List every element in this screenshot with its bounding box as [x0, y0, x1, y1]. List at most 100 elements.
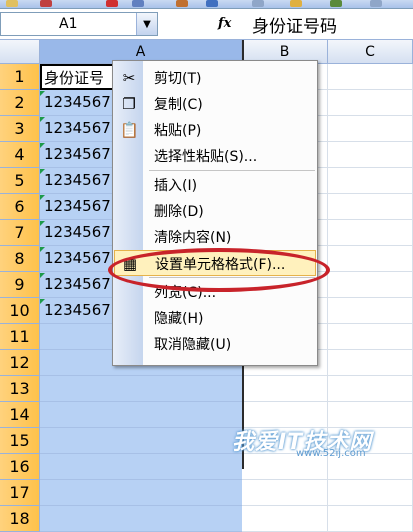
function-icon[interactable]: fx	[218, 16, 231, 31]
toolbar-icon[interactable]	[206, 0, 218, 7]
row-header-6[interactable]: 6	[0, 194, 40, 220]
menu-item-2[interactable]: 📋 粘贴(P)	[114, 117, 316, 143]
toolbar-icon[interactable]	[290, 0, 302, 7]
scissors-icon: ✂	[122, 69, 136, 87]
cell-c4[interactable]	[328, 142, 413, 168]
menu-separator	[149, 277, 315, 278]
text-number-marker-icon	[40, 273, 45, 278]
cell-a16[interactable]	[40, 454, 242, 480]
cell-a18[interactable]	[40, 506, 242, 532]
cell-c1[interactable]	[328, 64, 413, 90]
menu-item-0[interactable]: ✂ 剪切(T)	[114, 65, 316, 91]
menu-item-7[interactable]: ▦ 设置单元格格式(F)...	[114, 250, 316, 276]
toolbar	[0, 0, 413, 9]
toolbar-icon[interactable]	[176, 0, 188, 7]
row-header-10[interactable]: 10	[0, 298, 40, 324]
row-header-12[interactable]: 12	[0, 350, 40, 376]
cell-c10[interactable]	[328, 298, 413, 324]
cell-value: 1234567	[44, 171, 111, 189]
formula-bar: A1 ▼ fx 身份证号码	[0, 9, 413, 40]
menu-item-3[interactable]: 选择性粘贴(S)...	[114, 143, 316, 169]
row-header-1[interactable]: 1	[0, 64, 40, 90]
cell-c2[interactable]	[328, 90, 413, 116]
cell-c18[interactable]	[328, 506, 413, 532]
cell-value: 1234567	[44, 275, 111, 293]
row-header-5[interactable]: 5	[0, 168, 40, 194]
cell-c3[interactable]	[328, 116, 413, 142]
text-number-marker-icon	[40, 169, 45, 174]
cell-c11[interactable]	[328, 324, 413, 350]
cell-value: 1234567	[44, 93, 111, 111]
menu-item-8[interactable]: 列宽(C)...	[114, 279, 316, 305]
menu-item-label: 设置单元格格式(F)...	[155, 257, 286, 273]
context-menu: ✂ 剪切(T) ❐ 复制(C) 📋 粘贴(P) 选择性粘贴(S)... 插入(I) 删除(D) 清…	[112, 60, 318, 366]
column-header-c[interactable]: C	[328, 40, 413, 64]
cell-c13[interactable]	[328, 376, 413, 402]
cell-c17[interactable]	[328, 480, 413, 506]
menu-item-1[interactable]: ❐ 复制(C)	[114, 91, 316, 117]
cell-c7[interactable]	[328, 220, 413, 246]
text-number-marker-icon	[40, 299, 45, 304]
menu-item-label: 复制(C)	[154, 97, 203, 113]
watermark-url: www.52ij.com	[296, 448, 366, 459]
row-header-16[interactable]: 16	[0, 454, 40, 480]
toolbar-icon[interactable]	[132, 0, 144, 7]
row-header-8[interactable]: 8	[0, 246, 40, 272]
formula-input[interactable]: 身份证号码	[252, 12, 337, 37]
chevron-down-icon[interactable]: ▼	[136, 13, 157, 35]
toolbar-icon[interactable]	[252, 0, 264, 7]
toolbar-icon[interactable]	[40, 0, 52, 7]
cell-value: 1234567	[44, 145, 111, 163]
row-header-13[interactable]: 13	[0, 376, 40, 402]
menu-item-label: 清除内容(N)	[154, 230, 232, 246]
menu-item-6[interactable]: 清除内容(N)	[114, 224, 316, 250]
menu-item-label: 取消隐藏(U)	[154, 337, 232, 353]
cell-value: 1234567	[44, 223, 111, 241]
toolbar-icon[interactable]	[106, 0, 118, 7]
menu-item-5[interactable]: 删除(D)	[114, 198, 316, 224]
menu-separator	[149, 170, 315, 171]
row-header-15[interactable]: 15	[0, 428, 40, 454]
row-header-4[interactable]: 4	[0, 142, 40, 168]
menu-item-label: 插入(I)	[154, 178, 198, 194]
toolbar-icon[interactable]	[330, 0, 342, 7]
menu-item-4[interactable]: 插入(I)	[114, 172, 316, 198]
row-header-11[interactable]: 11	[0, 324, 40, 350]
text-number-marker-icon	[40, 91, 45, 96]
cell-c12[interactable]	[328, 350, 413, 376]
row-header-7[interactable]: 7	[0, 220, 40, 246]
cell-a13[interactable]	[40, 376, 242, 402]
paste-icon: 📋	[120, 121, 139, 139]
cell-a17[interactable]	[40, 480, 242, 506]
row-header-3[interactable]: 3	[0, 116, 40, 142]
cell-c8[interactable]	[328, 246, 413, 272]
row-header-18[interactable]: 18	[0, 506, 40, 532]
cell-c6[interactable]	[328, 194, 413, 220]
menu-item-label: 删除(D)	[154, 204, 204, 220]
menu-item-label: 隐藏(H)	[154, 311, 204, 327]
cell-value: 身份证号	[44, 69, 105, 87]
name-box[interactable]: A1 ▼	[0, 12, 158, 36]
toolbar-icon[interactable]	[370, 0, 382, 7]
row-header-9[interactable]: 9	[0, 272, 40, 298]
cell-c5[interactable]	[328, 168, 413, 194]
cell-b18[interactable]	[242, 506, 328, 532]
cell-b17[interactable]	[242, 480, 328, 506]
row-header-2[interactable]: 2	[0, 90, 40, 116]
cell-b13[interactable]	[242, 376, 328, 402]
toolbar-icon[interactable]	[6, 0, 18, 7]
cell-value: 1234567	[44, 301, 111, 319]
cell-a15[interactable]	[40, 428, 242, 454]
menu-item-label: 选择性粘贴(S)...	[154, 149, 258, 165]
text-number-marker-icon	[40, 247, 45, 252]
cell-c9[interactable]	[328, 272, 413, 298]
cell-value: 1234567	[44, 197, 111, 215]
row-header-17[interactable]: 17	[0, 480, 40, 506]
text-number-marker-icon	[40, 143, 45, 148]
cell-a14[interactable]	[40, 402, 242, 428]
row-header-14[interactable]: 14	[0, 402, 40, 428]
text-number-marker-icon	[40, 195, 45, 200]
menu-item-9[interactable]: 隐藏(H)	[114, 305, 316, 331]
menu-item-10[interactable]: 取消隐藏(U)	[114, 331, 316, 357]
select-all-corner[interactable]	[0, 40, 40, 64]
